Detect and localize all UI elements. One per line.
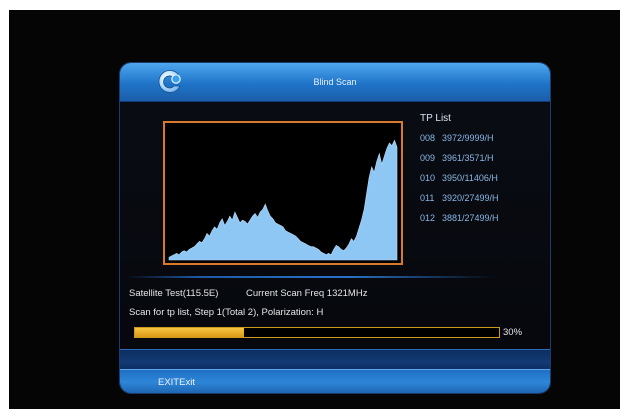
scan-step-status: Scan for tp list, Step 1(Total 2), Polar… (129, 307, 324, 318)
tp-value: 3972/9999/H (442, 133, 494, 143)
progress-percent: 30% (503, 327, 523, 338)
tp-index: 010 (420, 173, 436, 183)
tp-list-item: 009 3961/3571/H (420, 153, 499, 173)
tp-value: 3961/3571/H (442, 153, 494, 163)
satellite-label: Satellite Test(115.5E) (129, 288, 219, 299)
tp-index: 009 (420, 153, 436, 163)
progress-fill (135, 328, 245, 337)
scan-progress-bar (134, 327, 500, 338)
tp-value: 3881/27499/H (442, 213, 499, 223)
tp-list: 008 3972/9999/H 009 3961/3571/H 010 3950/11… (420, 133, 499, 233)
blind-scan-dialog: Blind Scan TP List 008 3972/9999/H 009 396… (119, 62, 551, 394)
tv-screen: Blind Scan TP List 008 3972/9999/H 009 396… (9, 10, 620, 409)
dialog-header: Blind Scan (120, 63, 550, 102)
tp-value: 3950/11406/H (442, 173, 498, 183)
dialog-title: Blind Scan (313, 77, 357, 87)
tp-list-item: 012 3881/27499/H (420, 213, 499, 233)
signal-spectrum-graph (163, 121, 403, 265)
info-band (120, 349, 550, 370)
footer-bar: EXITExit (120, 369, 550, 393)
tp-value: 3920/27499/H (442, 193, 499, 203)
divider (126, 276, 496, 278)
tp-index: 012 (420, 213, 436, 223)
tp-index: 008 (420, 133, 436, 143)
tp-index: 011 (420, 193, 435, 203)
spectrum-chart (168, 139, 398, 261)
tp-list-title: TP List (420, 113, 451, 124)
tp-list-item: 010 3950/11406/H (420, 173, 499, 193)
tp-list-item: 011 3920/27499/H (420, 193, 499, 213)
tp-list-item: 008 3972/9999/H (420, 133, 499, 153)
spectrum-area (168, 139, 398, 261)
exit-hint[interactable]: EXITExit (158, 377, 195, 388)
current-scan-freq: Current Scan Freq 1321MHz (246, 288, 368, 299)
